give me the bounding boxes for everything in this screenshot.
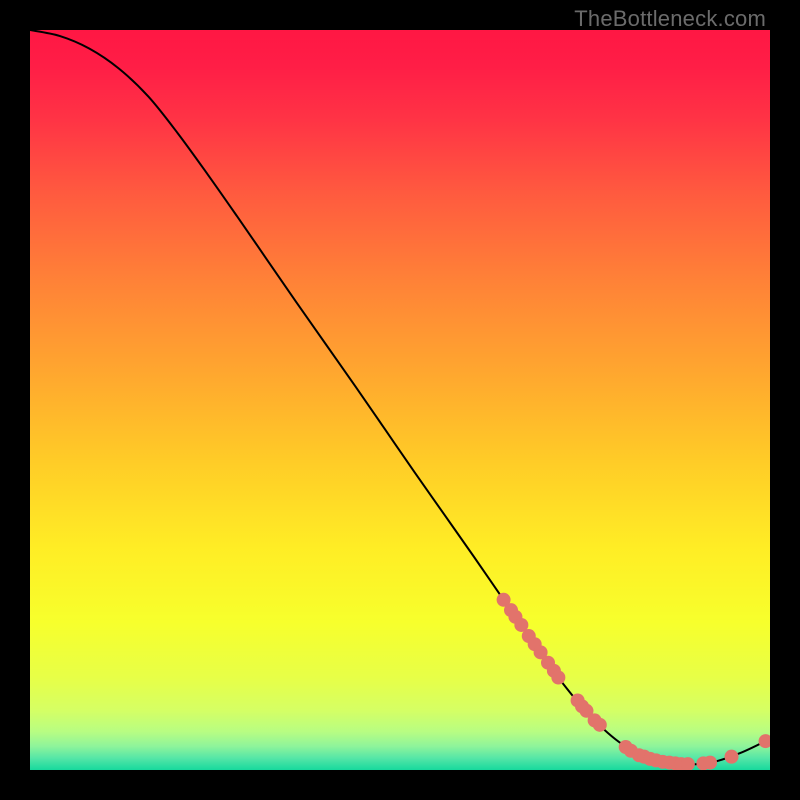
bottleneck-chart [30, 30, 770, 770]
data-point [703, 756, 717, 770]
data-point [593, 718, 607, 732]
watermark-label: TheBottleneck.com [574, 6, 766, 32]
chart-frame: TheBottleneck.com [0, 0, 800, 800]
gradient-background [30, 30, 770, 770]
data-point [725, 750, 739, 764]
data-point [551, 671, 565, 685]
